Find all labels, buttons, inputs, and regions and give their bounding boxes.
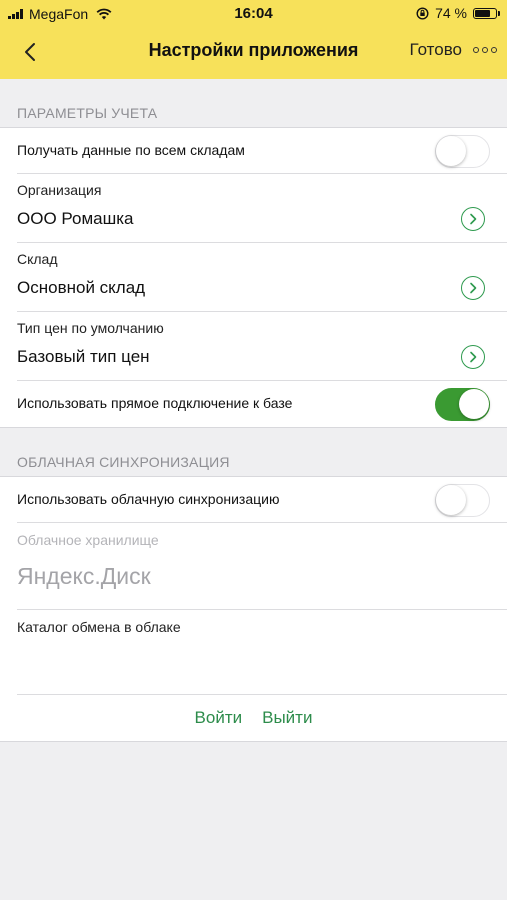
warehouse-select-button[interactable] bbox=[461, 276, 485, 300]
cloud-storage-caption: Облачное хранилище bbox=[17, 532, 159, 548]
use-cloud-label: Использовать облачную синхронизацию bbox=[17, 491, 280, 507]
organization-caption: Организация bbox=[17, 182, 102, 198]
cloud-storage-row: Облачное хранилище Яндекс.Диск bbox=[17, 523, 507, 610]
all-warehouses-label: Получать данные по всем складам bbox=[17, 142, 245, 158]
done-button[interactable]: Готово bbox=[410, 40, 463, 60]
chevron-right-icon bbox=[470, 351, 477, 363]
accounting-section-header: ПАРАМЕТРЫ УЧЕТА bbox=[17, 105, 158, 121]
direct-connection-row: Использовать прямое подключение к базе bbox=[17, 381, 507, 427]
cloud-catalog-row[interactable]: Каталог обмена в облаке bbox=[17, 610, 507, 695]
warehouse-row[interactable]: Склад Основной склад bbox=[17, 243, 507, 312]
logout-link[interactable]: Выйти bbox=[262, 708, 312, 728]
organization-select-button[interactable] bbox=[461, 207, 485, 231]
battery-icon bbox=[473, 7, 500, 19]
more-dot-icon bbox=[482, 47, 488, 53]
chevron-right-icon bbox=[470, 282, 477, 294]
organization-value: ООО Ромашка bbox=[17, 209, 134, 228]
toggle-knob bbox=[459, 389, 489, 419]
use-cloud-row: Использовать облачную синхронизацию bbox=[17, 477, 507, 523]
all-warehouses-row: Получать данные по всем складам bbox=[17, 128, 507, 174]
all-warehouses-toggle[interactable] bbox=[435, 135, 490, 168]
direct-connection-label: Использовать прямое подключение к базе bbox=[17, 395, 293, 411]
rotation-lock-icon bbox=[416, 6, 429, 20]
cloud-section-header: ОБЛАЧНАЯ СИНХРОНИЗАЦИЯ bbox=[17, 454, 230, 470]
nav-bar: Настройки приложения Готово bbox=[0, 28, 507, 74]
toggle-knob bbox=[436, 136, 466, 166]
price-type-row[interactable]: Тип цен по умолчанию Базовый тип цен bbox=[17, 312, 507, 381]
chevron-right-icon bbox=[470, 213, 477, 225]
cloud-storage-value: Яндекс.Диск bbox=[17, 563, 151, 589]
cloud-group: Использовать облачную синхронизацию Обла… bbox=[0, 476, 507, 742]
use-cloud-toggle[interactable] bbox=[435, 484, 490, 517]
settings-screen: MegaFon 16:04 74 % Настройки приложения … bbox=[0, 0, 507, 900]
app-header: MegaFon 16:04 74 % Настройки приложения … bbox=[0, 0, 507, 79]
toggle-knob bbox=[436, 485, 466, 515]
more-dot-icon bbox=[473, 47, 479, 53]
accounting-group: Получать данные по всем складам Организа… bbox=[0, 127, 507, 428]
cloud-catalog-caption: Каталог обмена в облаке bbox=[17, 619, 181, 635]
price-type-select-button[interactable] bbox=[461, 345, 485, 369]
status-bar: MegaFon 16:04 74 % bbox=[0, 0, 507, 28]
warehouse-caption: Склад bbox=[17, 251, 58, 267]
more-options-button[interactable] bbox=[473, 47, 497, 53]
battery-percent: 74 % bbox=[435, 5, 467, 21]
price-type-value: Базовый тип цен bbox=[17, 347, 150, 366]
more-dot-icon bbox=[491, 47, 497, 53]
price-type-caption: Тип цен по умолчанию bbox=[17, 320, 164, 336]
status-right: 74 % bbox=[416, 5, 500, 21]
login-link[interactable]: Войти bbox=[195, 708, 243, 728]
battery-fill bbox=[475, 9, 490, 17]
direct-connection-toggle[interactable] bbox=[435, 388, 490, 421]
warehouse-value: Основной склад bbox=[17, 278, 146, 297]
cloud-actions: Войти Выйти bbox=[0, 695, 507, 741]
organization-row[interactable]: Организация ООО Ромашка bbox=[17, 174, 507, 243]
